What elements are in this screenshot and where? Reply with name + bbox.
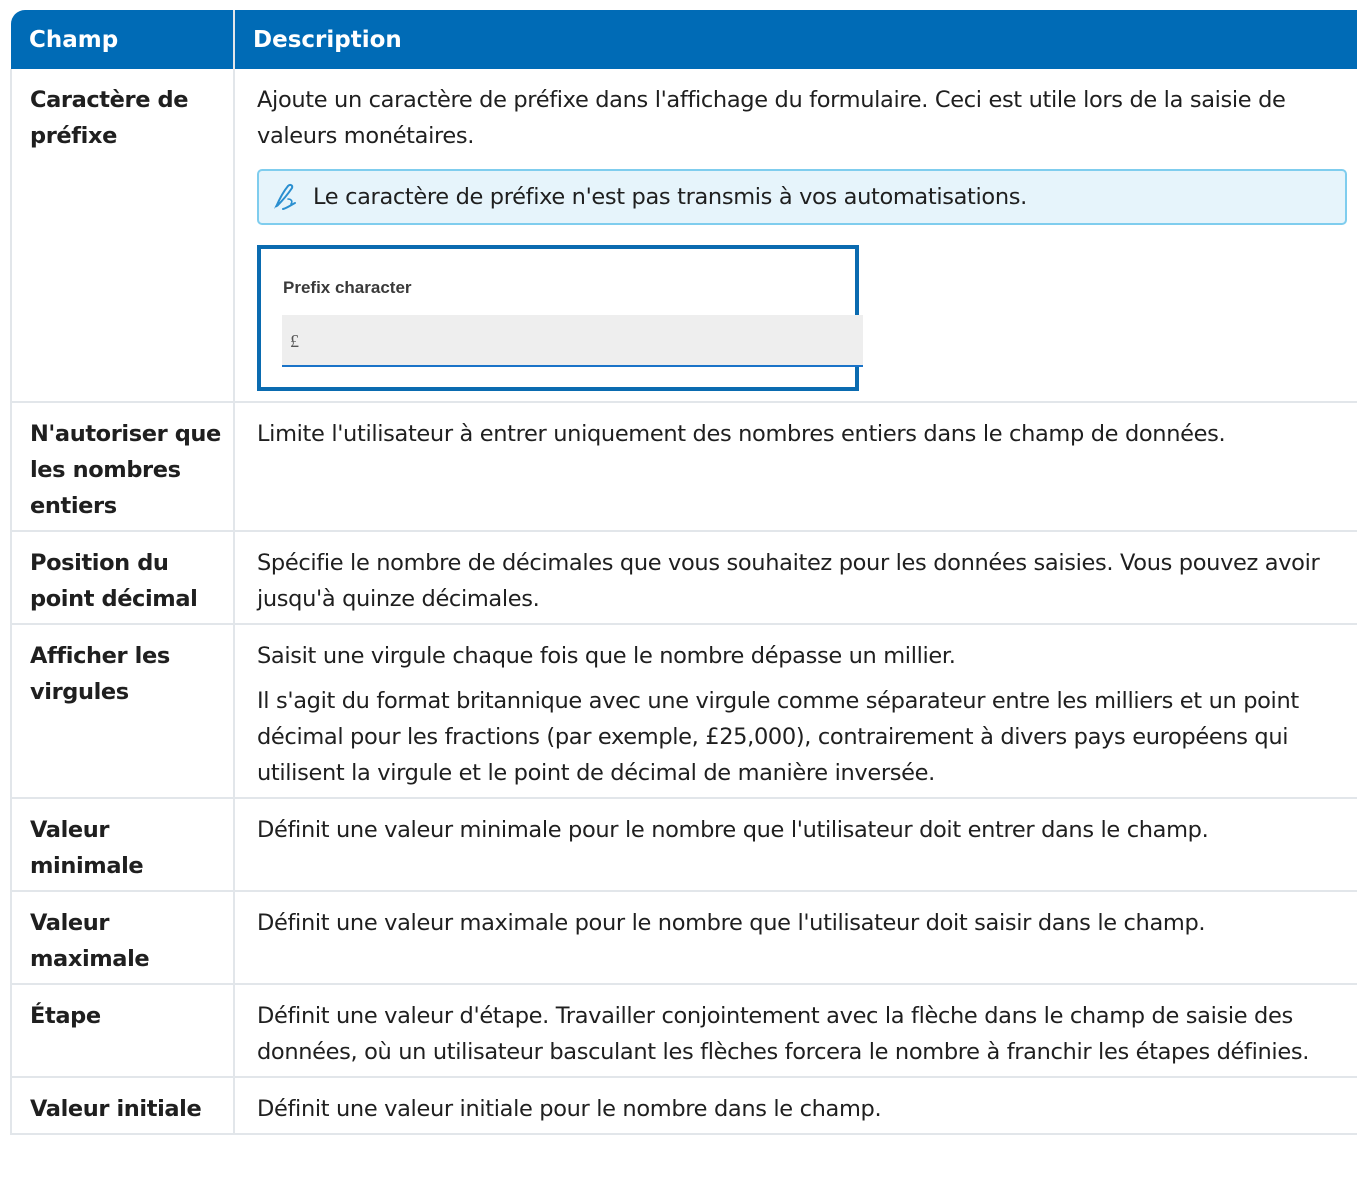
- description-paragraph: Spécifie le nombre de décimales que vous…: [257, 550, 1320, 612]
- pen-icon: [274, 183, 296, 210]
- table-row: Valeur initiale Définit une valeur initi…: [10, 1077, 1357, 1135]
- table-row: Valeur minimale Définit une valeur minim…: [10, 798, 1357, 892]
- field-description: Ajoute un caractère de préfixe dans l'af…: [233, 69, 1357, 403]
- field-name: Afficher les virgules: [10, 624, 234, 799]
- description-paragraph: Définit une valeur maximale pour le nomb…: [257, 910, 1206, 936]
- header-description: Description: [233, 10, 1357, 69]
- description-paragraph: Définit une valeur minimale pour le nomb…: [257, 817, 1209, 843]
- field-name: Position du point décimal: [10, 531, 234, 625]
- field-name: N'autoriser que les nombres entiers: [10, 402, 234, 532]
- table-row: Valeur maximale Définit une valeur maxim…: [10, 891, 1357, 985]
- field-description-table: Champ Description Caractère de préfixe A…: [10, 10, 1357, 1135]
- table-row: Caractère de préfixe Ajoute un caractère…: [10, 69, 1357, 403]
- example-input: £: [282, 315, 863, 367]
- field-description: Saisit une virgule chaque fois que le no…: [233, 624, 1357, 799]
- field-description: Spécifie le nombre de décimales que vous…: [233, 531, 1357, 625]
- field-description-table-container: Champ Description Caractère de préfixe A…: [10, 10, 1357, 1135]
- field-name: Étape: [10, 984, 234, 1078]
- field-description: Définit une valeur minimale pour le nomb…: [233, 798, 1357, 892]
- field-name: Caractère de préfixe: [10, 69, 234, 403]
- note-callout: Le caractère de préfixe n'est pas transm…: [257, 169, 1347, 225]
- description-paragraph: Saisit une virgule chaque fois que le no…: [257, 643, 956, 669]
- field-name: Valeur initiale: [10, 1077, 234, 1135]
- description-paragraph: Définit une valeur initiale pour le nomb…: [257, 1096, 882, 1122]
- note-text: Le caractère de préfixe n'est pas transm…: [313, 184, 1027, 210]
- table-row: Afficher les virgules Saisit une virgule…: [10, 624, 1357, 799]
- table-row: N'autoriser que les nombres entiers Limi…: [10, 402, 1357, 532]
- field-description: Définit une valeur maximale pour le nomb…: [233, 891, 1357, 985]
- description-paragraph: Il s'agit du format britannique avec une…: [257, 688, 1299, 786]
- table-row: Étape Définit une valeur d'étape. Travai…: [10, 984, 1357, 1078]
- field-name: Valeur maximale: [10, 891, 234, 985]
- table-header-row: Champ Description: [11, 10, 1357, 69]
- field-description: Définit une valeur d'étape. Travailler c…: [233, 984, 1357, 1078]
- field-name: Valeur minimale: [10, 798, 234, 892]
- description-paragraph: Ajoute un caractère de préfixe dans l'af…: [257, 87, 1286, 149]
- table-row: Position du point décimal Spécifie le no…: [10, 531, 1357, 625]
- prefix-character-example: Prefix character £: [257, 245, 863, 391]
- field-description: Limite l'utilisateur à entrer uniquement…: [233, 402, 1357, 532]
- description-paragraph: Limite l'utilisateur à entrer uniquement…: [257, 421, 1226, 447]
- description-paragraph: Définit une valeur d'étape. Travailler c…: [257, 1003, 1309, 1065]
- header-field: Champ: [11, 10, 234, 69]
- field-description: Définit une valeur initiale pour le nomb…: [233, 1077, 1357, 1135]
- example-label: Prefix character: [283, 278, 412, 297]
